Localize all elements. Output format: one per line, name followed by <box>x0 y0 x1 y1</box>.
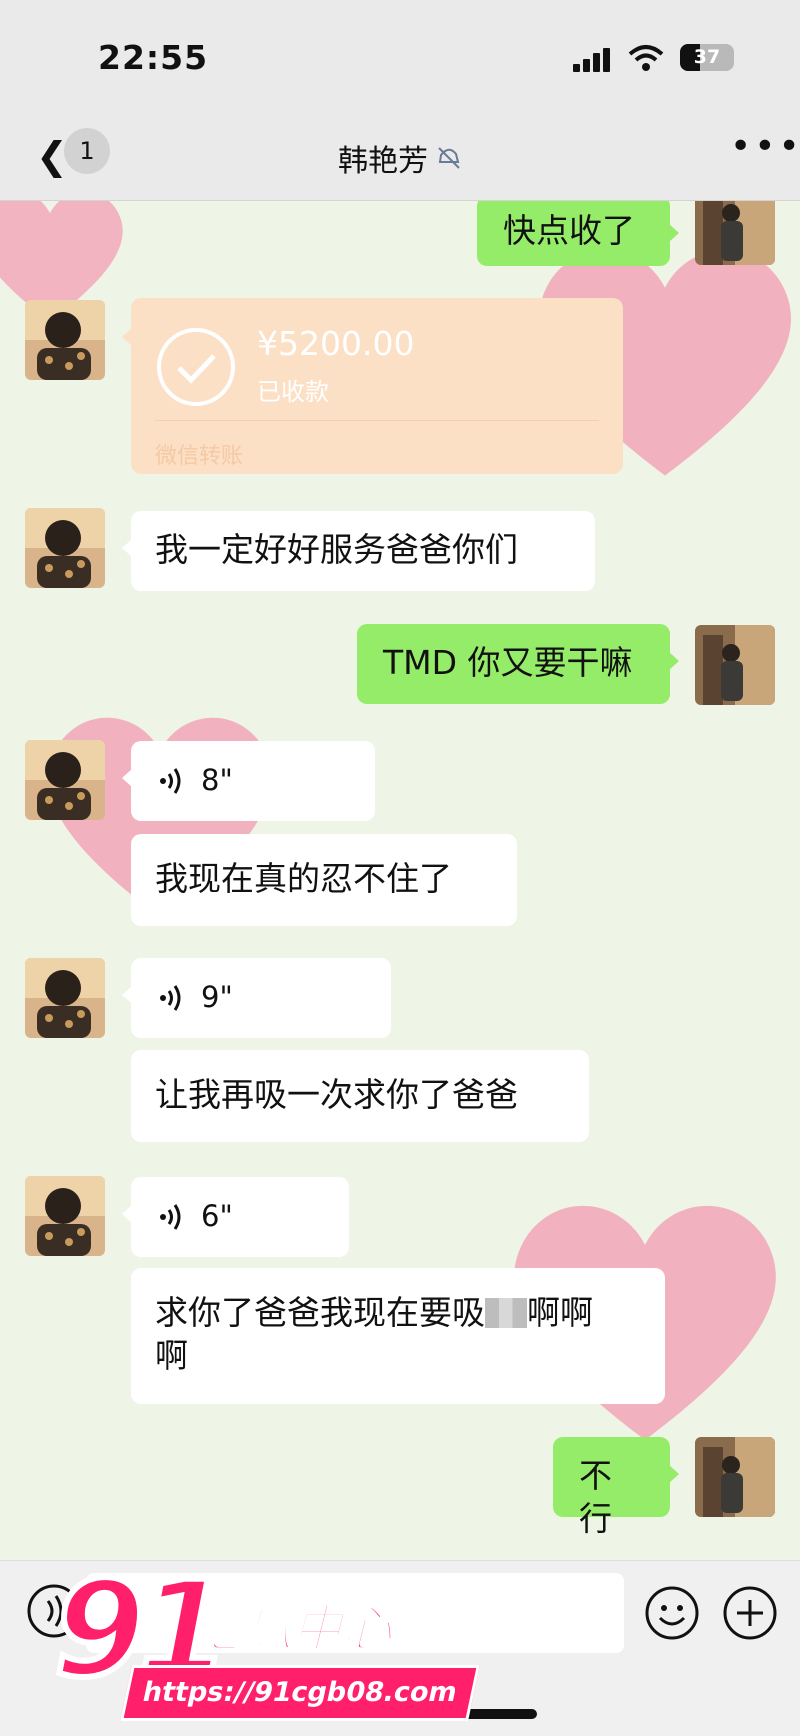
message-text: 我现在真的忍不住了 <box>155 859 452 898</box>
emoji-icon[interactable] <box>644 1585 700 1641</box>
chat-title: 韩艳芳 <box>0 136 800 180</box>
transfer-status: 已收款 <box>257 378 329 406</box>
voice-wave-icon <box>160 768 181 794</box>
incoming-message-bubble[interactable]: 我一定好好服务爸爸你们 <box>122 511 595 591</box>
voice-message-bubble[interactable]: 9" <box>122 958 391 1038</box>
transfer-amount: ¥5200.00 <box>257 324 415 363</box>
contact-avatar[interactable] <box>25 958 105 1038</box>
transfer-label: 微信转账 <box>155 444 244 469</box>
watermark-url: https://91cgb08.com <box>120 1665 480 1721</box>
outgoing-message-bubble[interactable]: 不行 <box>553 1437 679 1538</box>
contact-avatar[interactable] <box>25 300 105 380</box>
clock: 22:55 <box>98 38 209 77</box>
message-text: TMD 你又要干嘛 <box>383 643 633 682</box>
status-bar: 22:55 37 <box>0 0 800 118</box>
add-attachment-icon[interactable] <box>722 1585 778 1641</box>
battery-level: 37 <box>693 46 721 68</box>
watermark-title: 吃瓜中心 <box>191 1599 393 1659</box>
watermark-logo: 91 吃瓜中心 https://91cgb08.com <box>20 1552 480 1725</box>
voice-duration: 9" <box>201 980 233 1014</box>
my-avatar[interactable] <box>695 1437 775 1517</box>
more-options-icon[interactable]: ••• <box>730 126 800 167</box>
voice-message-bubble[interactable]: 6" <box>122 1177 349 1257</box>
received-check-icon <box>157 328 235 406</box>
cellular-signal-icon <box>573 48 610 72</box>
contact-name: 韩艳芳 <box>338 144 428 179</box>
incoming-message-bubble[interactable]: 我现在真的忍不住了 <box>131 834 517 926</box>
money-transfer-card[interactable]: ¥5200.00 已收款 微信转账 <box>122 298 623 474</box>
voice-duration: 6" <box>201 1199 233 1233</box>
mute-icon <box>438 147 460 169</box>
message-text: 不行 <box>579 1456 612 1538</box>
message-text: 快点收了 <box>503 211 635 250</box>
my-avatar[interactable] <box>695 625 775 705</box>
message-text: 让我再吸一次求你了爸爸 <box>155 1075 518 1114</box>
voice-message-bubble[interactable]: 8" <box>122 741 375 821</box>
voice-wave-icon <box>160 1204 181 1230</box>
battery-icon: 37 <box>680 44 734 71</box>
contact-avatar[interactable] <box>25 1176 105 1256</box>
divider <box>155 420 599 421</box>
voice-wave-icon <box>160 985 181 1011</box>
incoming-message-bubble[interactable]: 让我再吸一次求你了爸爸 <box>131 1050 589 1142</box>
message-text: 求你了爸爸我现在要吸 啊啊 <box>155 1293 593 1332</box>
censored-word-blur <box>485 1298 527 1328</box>
message-text-line2: 啊 <box>155 1336 188 1375</box>
chat-header: ❮ 1 韩艳芳 ••• <box>0 118 800 201</box>
outgoing-message-bubble[interactable]: TMD 你又要干嘛 <box>357 624 679 704</box>
message-text: 我一定好好服务爸爸你们 <box>155 530 518 569</box>
contact-avatar[interactable] <box>25 508 105 588</box>
voice-duration: 8" <box>201 763 233 797</box>
outgoing-message-bubble[interactable]: 快点收了 <box>477 196 679 266</box>
incoming-message-bubble[interactable]: 求你了爸爸我现在要吸 啊啊 啊 <box>131 1268 665 1404</box>
contact-avatar[interactable] <box>25 740 105 820</box>
wifi-icon <box>628 45 664 71</box>
